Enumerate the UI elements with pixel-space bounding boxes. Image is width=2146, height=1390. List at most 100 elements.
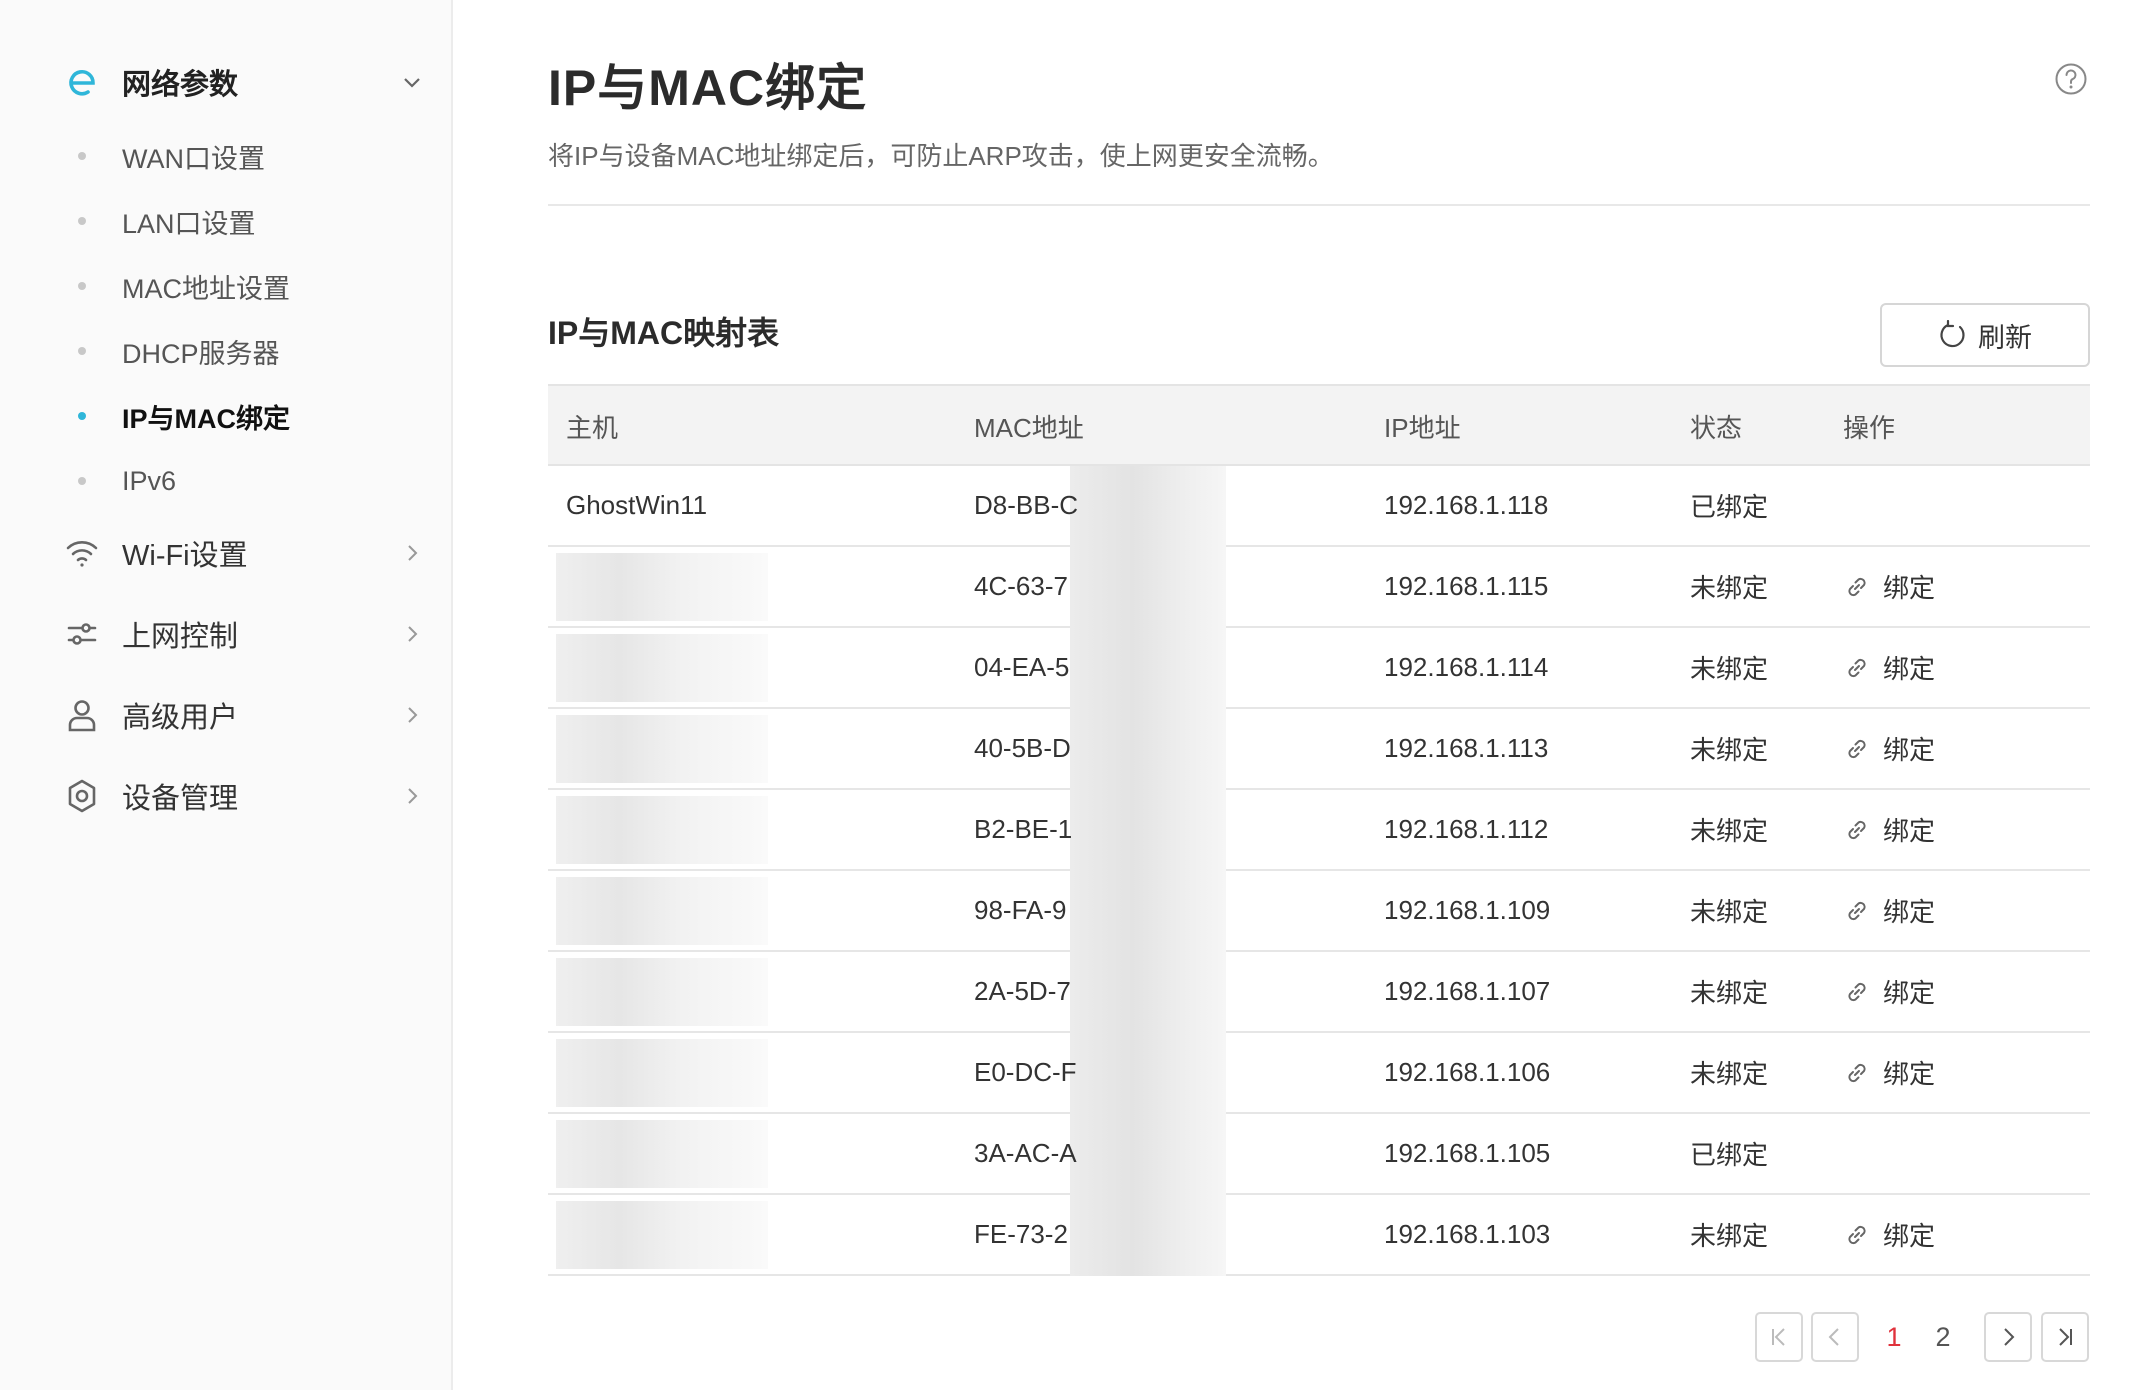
sidebar-item-ipv6[interactable]: IPv6 bbox=[0, 450, 453, 512]
redacted-mac-blur bbox=[1070, 709, 1226, 790]
redacted-host-blur bbox=[556, 958, 768, 1026]
cell-status: 未绑定 bbox=[1690, 978, 1769, 1008]
link-icon bbox=[1843, 735, 1871, 763]
bind-label: 绑定 bbox=[1883, 654, 1936, 684]
cell-ip: 192.168.1.106 bbox=[1384, 1057, 1551, 1087]
ip-mac-table: 主机 MAC地址 IP地址 状态 操作 GhostWin11 D8-BB-C 192… bbox=[548, 384, 2090, 1276]
bind-label: 绑定 bbox=[1883, 978, 1936, 1008]
sidebar-group-advanced-user[interactable]: 高级用户 bbox=[0, 675, 453, 755]
bind-button[interactable]: 绑定 bbox=[1843, 730, 1935, 767]
redacted-host-blur bbox=[556, 1120, 768, 1188]
sidebar-item-mac-address[interactable]: MAC地址设置 bbox=[0, 255, 453, 317]
cell-ip: 192.168.1.113 bbox=[1384, 733, 1549, 763]
table-row: FE-73-2 192.168.1.103 未绑定 绑定 bbox=[548, 1195, 2090, 1276]
sidebar-group-label: 高级用户 bbox=[122, 702, 239, 734]
last-page-button[interactable] bbox=[2041, 1312, 2089, 1362]
sidebar-group-device-management[interactable]: 设备管理 bbox=[0, 756, 453, 836]
user-icon bbox=[60, 693, 104, 737]
bind-button[interactable]: 绑定 bbox=[1843, 1054, 1935, 1091]
bind-label: 绑定 bbox=[1883, 897, 1936, 927]
link-icon bbox=[1843, 654, 1871, 682]
refresh-button[interactable]: 刷新 bbox=[1880, 303, 2090, 367]
help-icon[interactable] bbox=[2054, 62, 2088, 96]
page-number-2[interactable]: 2 bbox=[1923, 1312, 1963, 1362]
bind-label: 绑定 bbox=[1883, 1059, 1936, 1089]
next-page-button[interactable] bbox=[1984, 1312, 2032, 1362]
cell-mac: 4C-63-7 bbox=[974, 571, 1068, 601]
cell-status: 未绑定 bbox=[1690, 735, 1769, 765]
sidebar-group-network-params[interactable]: 网络参数 bbox=[0, 42, 453, 122]
redacted-mac-blur bbox=[1070, 628, 1226, 709]
cell-operation: 绑定 bbox=[1843, 952, 1935, 1031]
cell-status: 未绑定 bbox=[1690, 1221, 1769, 1251]
cell-status: 未绑定 bbox=[1690, 573, 1769, 603]
cell-operation: 绑定 bbox=[1843, 709, 1935, 788]
cell-ip: 192.168.1.112 bbox=[1384, 814, 1549, 844]
bullet-dot bbox=[78, 412, 86, 420]
cell-operation: 绑定 bbox=[1843, 871, 1935, 950]
cell-mac: E0-DC-F bbox=[974, 1057, 1077, 1087]
cell-host: GhostWin11 bbox=[566, 490, 708, 520]
table-body: GhostWin11 D8-BB-C 192.168.1.118 已绑定 4C-63-7… bbox=[548, 466, 2090, 1276]
bind-label: 绑定 bbox=[1883, 735, 1936, 765]
link-icon bbox=[1843, 978, 1871, 1006]
bullet-dot bbox=[78, 217, 86, 225]
sidebar-item-label: IP与MAC绑定 bbox=[122, 403, 290, 434]
bind-label: 绑定 bbox=[1883, 1221, 1936, 1251]
chevron-right-icon bbox=[398, 539, 426, 567]
column-header-status: 状态 bbox=[1690, 412, 1743, 443]
cell-ip: 192.168.1.118 bbox=[1384, 490, 1549, 520]
cell-ip: 192.168.1.105 bbox=[1384, 1138, 1551, 1168]
cell-mac: 98-FA-9 bbox=[974, 895, 1067, 925]
cell-mac: 2A-5D-7 bbox=[974, 976, 1071, 1006]
sidebar-group-internet-control[interactable]: 上网控制 bbox=[0, 594, 453, 674]
cell-mac: D8-BB-C bbox=[974, 490, 1079, 520]
page-title: IP与MAC绑定 bbox=[548, 60, 868, 116]
bullet-dot bbox=[78, 477, 86, 485]
cell-operation: 绑定 bbox=[1843, 1195, 1935, 1274]
bind-button[interactable]: 绑定 bbox=[1843, 649, 1935, 686]
cell-ip: 192.168.1.107 bbox=[1384, 976, 1551, 1006]
sliders-icon bbox=[60, 612, 104, 656]
chevron-right-icon bbox=[398, 620, 426, 648]
sidebar-group-wifi[interactable]: Wi-Fi设置 bbox=[0, 513, 453, 593]
redacted-host-blur bbox=[556, 715, 768, 783]
cell-status: 已绑定 bbox=[1690, 492, 1769, 522]
redacted-host-blur bbox=[556, 1039, 768, 1107]
table-row: 4C-63-7 192.168.1.115 未绑定 绑定 bbox=[548, 547, 2090, 628]
sidebar-item-label: LAN口设置 bbox=[122, 208, 256, 239]
redacted-host-blur bbox=[556, 553, 768, 621]
cell-mac: 40-5B-D bbox=[974, 733, 1071, 763]
column-header-mac: MAC地址 bbox=[974, 412, 1084, 443]
link-icon bbox=[1843, 573, 1871, 601]
cell-mac: B2-BE-1 bbox=[974, 814, 1073, 844]
column-header-operation: 操作 bbox=[1843, 412, 1896, 443]
redacted-mac-blur bbox=[1070, 466, 1226, 547]
page-number-1[interactable]: 1 bbox=[1874, 1312, 1914, 1362]
redacted-mac-blur bbox=[1070, 547, 1226, 628]
cell-mac: 04-EA-5 bbox=[974, 652, 1070, 682]
redacted-host-blur bbox=[556, 877, 768, 945]
sidebar-item-wan[interactable]: WAN口设置 bbox=[0, 125, 453, 187]
cell-operation: 绑定 bbox=[1843, 628, 1935, 707]
sidebar-group-label: 设备管理 bbox=[122, 783, 239, 815]
redacted-mac-blur bbox=[1070, 1033, 1226, 1114]
settings-gear-icon bbox=[60, 774, 104, 818]
first-page-button[interactable] bbox=[1755, 1312, 1803, 1362]
chevron-right-icon bbox=[398, 701, 426, 729]
prev-page-button[interactable] bbox=[1811, 1312, 1859, 1362]
bind-button[interactable]: 绑定 bbox=[1843, 973, 1935, 1010]
cell-ip: 192.168.1.109 bbox=[1384, 895, 1551, 925]
redacted-host-blur bbox=[556, 1201, 768, 1269]
cell-ip: 192.168.1.114 bbox=[1384, 652, 1549, 682]
sidebar-item-ip-mac-binding[interactable]: IP与MAC绑定 bbox=[0, 385, 453, 447]
table-row: 2A-5D-7 192.168.1.107 未绑定 绑定 bbox=[548, 952, 2090, 1033]
bind-button[interactable]: 绑定 bbox=[1843, 811, 1935, 848]
link-icon bbox=[1843, 897, 1871, 925]
cell-mac: FE-73-2 bbox=[974, 1219, 1068, 1249]
bind-button[interactable]: 绑定 bbox=[1843, 892, 1935, 929]
bind-button[interactable]: 绑定 bbox=[1843, 568, 1935, 605]
bind-button[interactable]: 绑定 bbox=[1843, 1216, 1935, 1253]
sidebar-item-lan[interactable]: LAN口设置 bbox=[0, 190, 453, 252]
sidebar-item-dhcp[interactable]: DHCP服务器 bbox=[0, 320, 453, 382]
